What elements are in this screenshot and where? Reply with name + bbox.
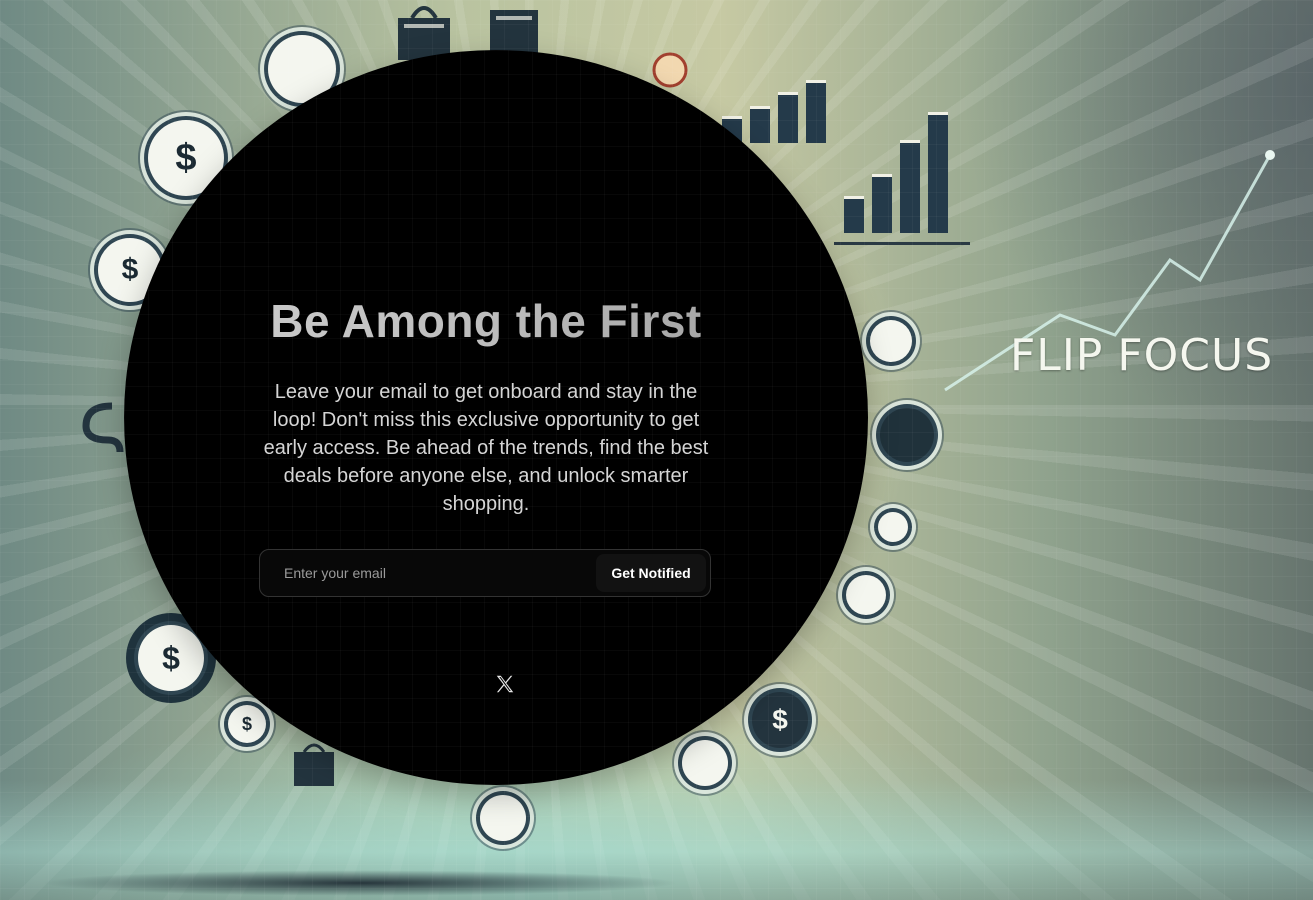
- dollar-sign-icon: [82, 402, 124, 453]
- dollar-coin-icon: $: [228, 705, 266, 743]
- signup-description: Leave your email to get onboard and stay…: [263, 381, 709, 515]
- target-icon: [682, 740, 728, 786]
- x-icon: [496, 675, 514, 693]
- email-input[interactable]: [274, 556, 614, 590]
- background-shadow: [40, 870, 680, 896]
- x-social-link[interactable]: [491, 670, 519, 698]
- shopping-bag-icon: [490, 10, 538, 54]
- brand-name-part-2: FOCUS: [1117, 330, 1274, 381]
- target-icon: [480, 795, 526, 841]
- page-title: Be Among the First: [0, 294, 972, 348]
- get-notified-button[interactable]: Get Notified: [596, 554, 706, 592]
- dollar-coin-icon: $: [138, 625, 204, 691]
- brand-name-part-1: FLIP: [1010, 330, 1104, 381]
- cart-icon: [846, 575, 886, 615]
- signup-form: Get Notified: [259, 549, 711, 597]
- target-icon: [878, 512, 908, 542]
- bar-chart-icon: [844, 112, 948, 233]
- brand-logo: FLIP FOCUS: [1010, 330, 1273, 381]
- bar-chart-icon: [722, 80, 826, 143]
- dollar-coin-icon: $: [752, 692, 808, 748]
- target-icon: [880, 408, 934, 462]
